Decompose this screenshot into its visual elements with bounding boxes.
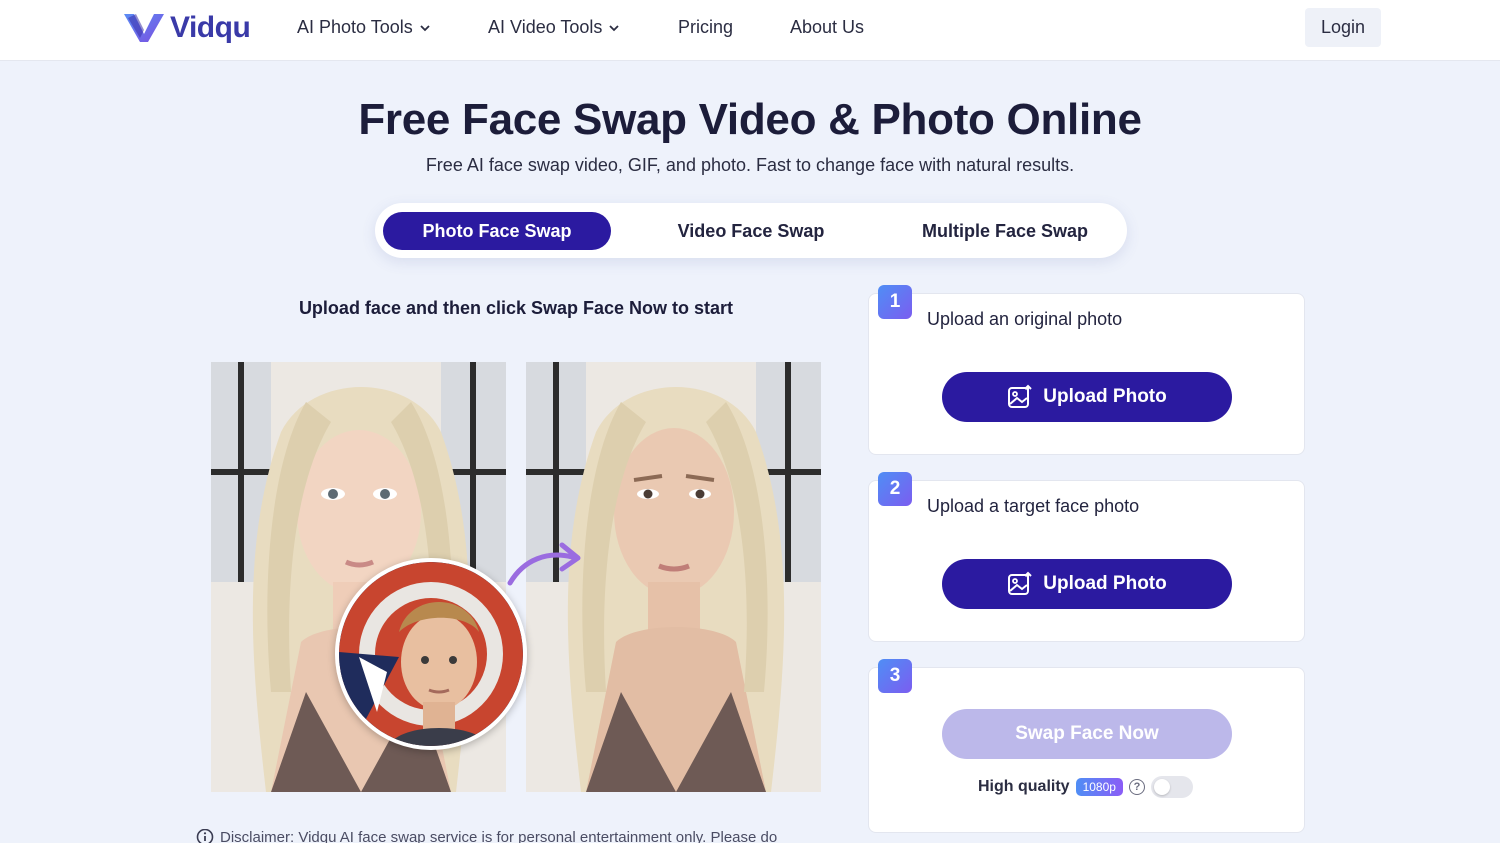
swap-arrow-icon (507, 542, 581, 586)
nav-label: Pricing (678, 17, 734, 37)
source-face-avatar (335, 558, 527, 750)
tab-multiple-face-swap[interactable]: Multiple Face Swap (889, 212, 1121, 250)
upload-target-photo-button[interactable]: Upload Photo (942, 559, 1232, 609)
high-quality-label: High quality (978, 778, 1070, 795)
image-upload-icon (1008, 571, 1032, 595)
upload-original-photo-button[interactable]: Upload Photo (942, 372, 1232, 422)
page-subtitle: Free AI face swap video, GIF, and photo.… (425, 155, 1075, 175)
disclaimer: Disclaimer: Vidqu AI face swap service i… (196, 829, 846, 843)
tab-video-face-swap[interactable]: Video Face Swap (637, 212, 865, 250)
chevron-down-icon (609, 24, 620, 31)
button-label: Upload Photo (1043, 386, 1167, 407)
step-upload-target: 2 Upload a target face photo Upload Phot… (868, 472, 1305, 642)
step-label: Upload a target face photo (927, 496, 1140, 516)
step-number-badge: 2 (878, 472, 912, 506)
resolution-badge: 1080p (1075, 778, 1123, 796)
page-title: Free Face Swap Video & Photo Online (358, 95, 1142, 144)
nav-label: About Us (790, 17, 865, 37)
nav-pricing[interactable]: Pricing (678, 17, 733, 38)
nav-about-us[interactable]: About Us (790, 17, 864, 38)
nav-label: AI Photo Tools (297, 17, 413, 37)
mode-tabs: Photo Face Swap Video Face Swap Multiple… (375, 203, 1127, 258)
vidqu-logo-icon (124, 14, 164, 42)
high-quality-option: High quality 1080p ? (978, 776, 1193, 798)
login-button[interactable]: Login (1305, 8, 1381, 47)
nav-ai-video-tools[interactable]: AI Video Tools (488, 17, 620, 38)
swap-face-now-button[interactable]: Swap Face Now (942, 709, 1232, 759)
high-quality-toggle[interactable] (1150, 776, 1193, 798)
image-upload-icon (1008, 384, 1032, 408)
step-swap-face: 3 Swap Face Now High quality 1080p ? (868, 659, 1305, 833)
button-label: Upload Photo (1043, 573, 1167, 594)
step-upload-original: 1 Upload an original photo Upload Photo (868, 285, 1305, 455)
step-number-badge: 3 (878, 659, 912, 693)
nav-label: AI Video Tools (488, 17, 603, 37)
brand-name: Vidqu (170, 11, 251, 44)
tab-photo-face-swap[interactable]: Photo Face Swap (383, 212, 611, 250)
step-label: Upload an original photo (927, 309, 1123, 329)
chevron-down-icon (420, 24, 430, 31)
step-number-badge: 1 (878, 285, 912, 319)
nav-ai-photo-tools[interactable]: AI Photo Tools (297, 17, 431, 38)
upload-instruction: Upload face and then click Swap Face Now… (298, 298, 734, 318)
top-nav: Vidqu AI Photo Tools AI Video Tools Pric… (0, 0, 1500, 61)
disclaimer-text: Disclaimer: Vidqu AI face swap service i… (220, 829, 778, 843)
help-icon[interactable]: ? (1128, 779, 1145, 795)
brand-logo[interactable]: Vidqu (122, 10, 251, 46)
face-swap-demo-image (211, 362, 821, 794)
toggle-knob (1153, 779, 1170, 795)
info-icon (196, 829, 214, 843)
